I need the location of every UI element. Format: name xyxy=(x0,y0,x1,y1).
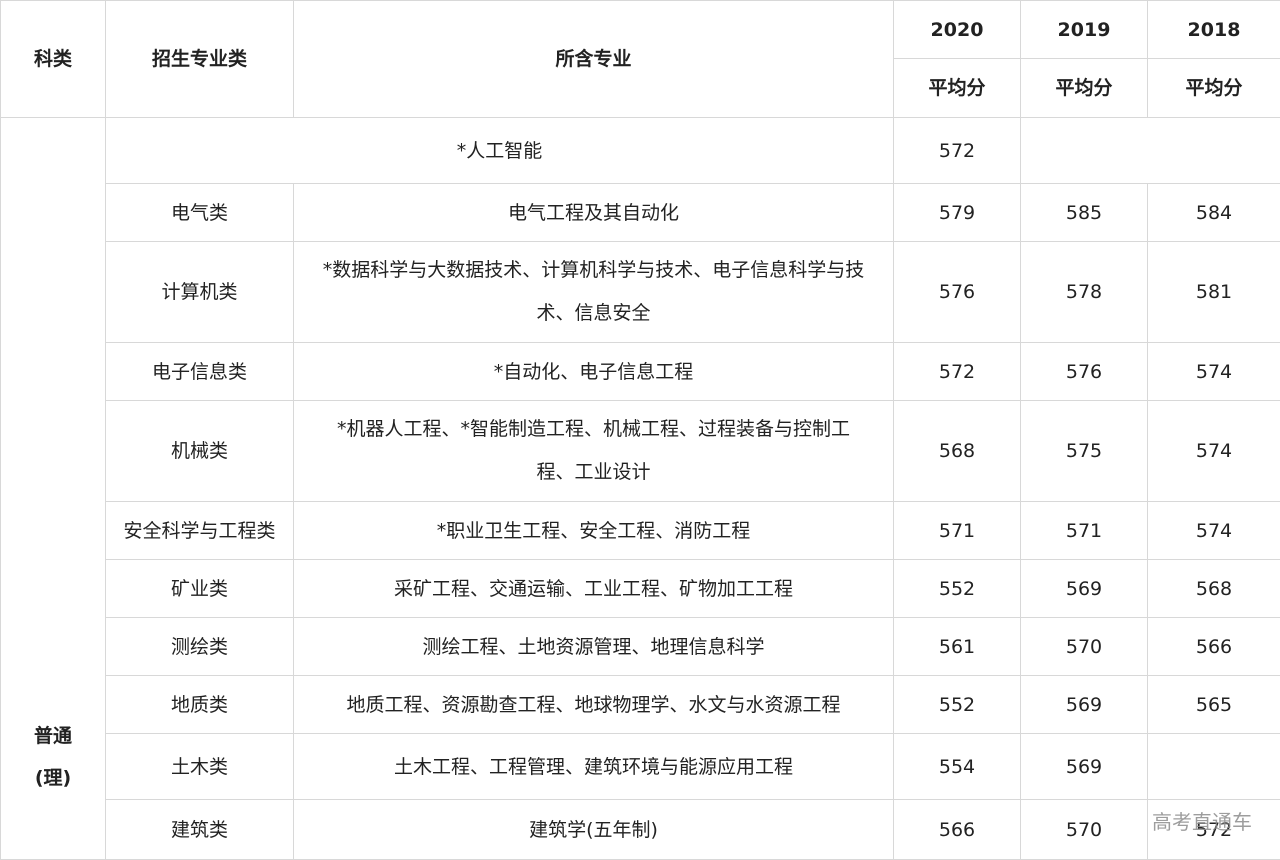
majors-cell: 采矿工程、交通运输、工业工程、矿物加工工程 xyxy=(294,560,894,618)
category-cell: 建筑类 xyxy=(106,800,294,860)
score-2019-2018-empty xyxy=(1021,118,1280,184)
kelei-line2: (理) xyxy=(7,757,99,799)
majors-line2: 程、工业设计 xyxy=(300,451,887,494)
majors-line1: *机器人工程、*智能制造工程、机械工程、过程装备与控制工 xyxy=(300,408,887,451)
table-row: 地质类 地质工程、资源勘查工程、地球物理学、水文与水资源工程 552 569 5… xyxy=(1,676,1280,734)
majors-cell: *职业卫生工程、安全工程、消防工程 xyxy=(294,502,894,560)
header-year-2019: 2019 xyxy=(1021,1,1148,59)
table-row: 普通 (理) *人工智能 572 xyxy=(1,118,1280,184)
table-row: 测绘类 测绘工程、土地资源管理、地理信息科学 561 570 566 xyxy=(1,618,1280,676)
category-cell: 地质类 xyxy=(106,676,294,734)
header-year-2018: 2018 xyxy=(1148,1,1280,59)
score-2018: 568 xyxy=(1148,560,1280,618)
category-cell: 机械类 xyxy=(106,401,294,502)
score-2020: 572 xyxy=(894,343,1021,401)
score-2018: 574 xyxy=(1148,401,1280,502)
header-suohan: 所含专业 xyxy=(294,1,894,118)
majors-cell: 电气工程及其自动化 xyxy=(294,184,894,242)
score-2019: 585 xyxy=(1021,184,1148,242)
table-row: 土木类 土木工程、工程管理、建筑环境与能源应用工程 554 569 xyxy=(1,734,1280,800)
table-row: 电气类 电气工程及其自动化 579 585 584 xyxy=(1,184,1280,242)
header-avg-2019: 平均分 xyxy=(1021,59,1148,118)
category-cell: 土木类 xyxy=(106,734,294,800)
admission-score-table: 科类 招生专业类 所含专业 2020 2019 2018 平均分 平均分 平均分… xyxy=(0,0,1280,860)
category-cell: 安全科学与工程类 xyxy=(106,502,294,560)
score-2020: 554 xyxy=(894,734,1021,800)
score-2019: 576 xyxy=(1021,343,1148,401)
score-2019: 569 xyxy=(1021,676,1148,734)
score-2018: 572 xyxy=(1148,800,1280,860)
score-2019: 569 xyxy=(1021,734,1148,800)
score-2020: 568 xyxy=(894,401,1021,502)
score-2019: 570 xyxy=(1021,800,1148,860)
table-row: 矿业类 采矿工程、交通运输、工业工程、矿物加工工程 552 569 568 xyxy=(1,560,1280,618)
category-cell: 电气类 xyxy=(106,184,294,242)
majors-cell: *机器人工程、*智能制造工程、机械工程、过程装备与控制工 程、工业设计 xyxy=(294,401,894,502)
majors-cell: *数据科学与大数据技术、计算机科学与技术、电子信息科学与技 术、信息安全 xyxy=(294,242,894,343)
score-2018: 565 xyxy=(1148,676,1280,734)
header-avg-2020: 平均分 xyxy=(894,59,1021,118)
kelei-line1: 普通 xyxy=(7,715,99,757)
header-zhuanyelei: 招生专业类 xyxy=(106,1,294,118)
category-cell: 测绘类 xyxy=(106,618,294,676)
score-2020: 552 xyxy=(894,560,1021,618)
category-cell: 矿业类 xyxy=(106,560,294,618)
score-2019: 569 xyxy=(1021,560,1148,618)
kelei-cell: 普通 (理) xyxy=(1,118,106,860)
score-2020: 561 xyxy=(894,618,1021,676)
score-2020: 579 xyxy=(894,184,1021,242)
score-2020: 572 xyxy=(894,118,1021,184)
score-2020: 576 xyxy=(894,242,1021,343)
majors-cell: 测绘工程、土地资源管理、地理信息科学 xyxy=(294,618,894,676)
majors-cell: 土木工程、工程管理、建筑环境与能源应用工程 xyxy=(294,734,894,800)
score-2019: 575 xyxy=(1021,401,1148,502)
score-2018: 584 xyxy=(1148,184,1280,242)
table-row: 安全科学与工程类 *职业卫生工程、安全工程、消防工程 571 571 574 xyxy=(1,502,1280,560)
majors-line1: *数据科学与大数据技术、计算机科学与技术、电子信息科学与技 xyxy=(300,249,887,292)
score-2020: 552 xyxy=(894,676,1021,734)
score-2018: 574 xyxy=(1148,343,1280,401)
score-2018 xyxy=(1148,734,1280,800)
table-row: 电子信息类 *自动化、电子信息工程 572 576 574 xyxy=(1,343,1280,401)
majors-cell: 建筑学(五年制) xyxy=(294,800,894,860)
header-year-2020: 2020 xyxy=(894,1,1021,59)
majors-cell: *人工智能 xyxy=(106,118,894,184)
score-2020: 566 xyxy=(894,800,1021,860)
table-row: 建筑类 建筑学(五年制) 566 570 572 xyxy=(1,800,1280,860)
score-2018: 581 xyxy=(1148,242,1280,343)
score-2019: 571 xyxy=(1021,502,1148,560)
majors-cell: *自动化、电子信息工程 xyxy=(294,343,894,401)
majors-line2: 术、信息安全 xyxy=(300,292,887,335)
score-2018: 566 xyxy=(1148,618,1280,676)
category-cell: 计算机类 xyxy=(106,242,294,343)
score-2020: 571 xyxy=(894,502,1021,560)
category-cell: 电子信息类 xyxy=(106,343,294,401)
header-kelei: 科类 xyxy=(1,1,106,118)
majors-cell: 地质工程、资源勘查工程、地球物理学、水文与水资源工程 xyxy=(294,676,894,734)
score-2018: 574 xyxy=(1148,502,1280,560)
score-2019: 578 xyxy=(1021,242,1148,343)
score-2019: 570 xyxy=(1021,618,1148,676)
header-avg-2018: 平均分 xyxy=(1148,59,1280,118)
table-row: 机械类 *机器人工程、*智能制造工程、机械工程、过程装备与控制工 程、工业设计 … xyxy=(1,401,1280,502)
table-row: 计算机类 *数据科学与大数据技术、计算机科学与技术、电子信息科学与技 术、信息安… xyxy=(1,242,1280,343)
